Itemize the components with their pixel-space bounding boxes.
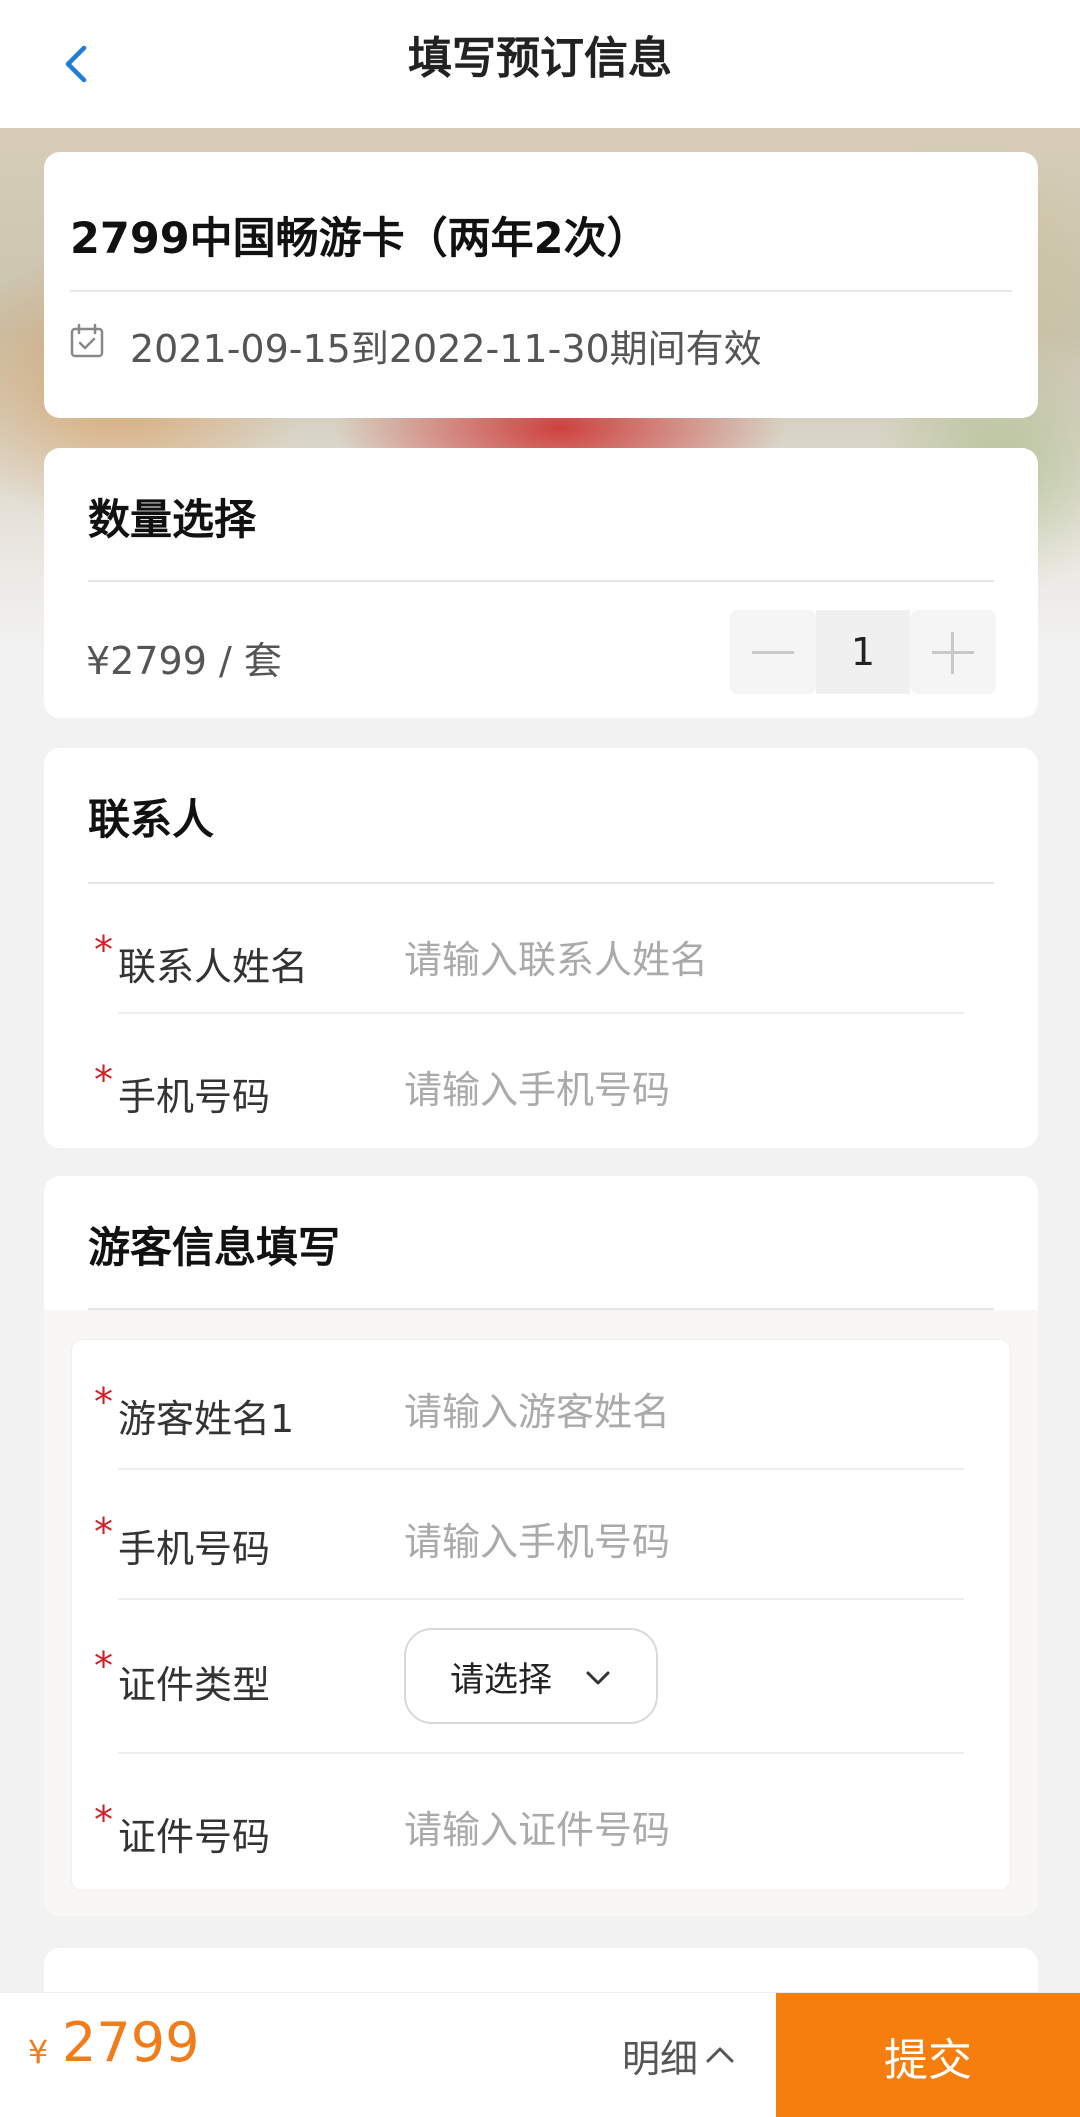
id-number-input[interactable]: [404, 1798, 964, 1862]
field-label: 证件号码: [118, 1815, 271, 1859]
form-row-tourist-phone: * 手机号码: [72, 1500, 1010, 1600]
required-mark: *: [94, 1380, 113, 1424]
bottom-action-bar: ¥ 2799 明细 提交: [0, 1992, 1080, 2117]
field-label: 证件类型: [118, 1663, 271, 1707]
increment-button[interactable]: [910, 610, 996, 694]
tourist-form: * 游客姓名1 * 手机号码 * 证件类型 请选择 * 证件号码: [72, 1340, 1010, 1890]
required-mark: *: [94, 1798, 113, 1842]
select-value: 请选择: [450, 1660, 552, 1700]
contact-phone-input[interactable]: [404, 1058, 964, 1122]
product-name: 2799中国畅游卡（两年2次）: [70, 214, 650, 264]
unit-price: ¥2799 / 套: [86, 639, 282, 683]
chevron-up-icon: [706, 2047, 734, 2063]
divider: [118, 1598, 964, 1600]
quantity-card: 数量选择 ¥2799 / 套 1: [44, 448, 1038, 718]
section-title-quantity: 数量选择: [88, 495, 257, 544]
section-title-contact: 联系人: [88, 795, 215, 844]
tourist-phone-input[interactable]: [404, 1510, 964, 1574]
top-header: 填写预订信息: [0, 0, 1080, 128]
required-mark: *: [94, 1058, 113, 1102]
minus-icon: [752, 651, 794, 654]
divider: [88, 882, 994, 884]
divider: [88, 1308, 994, 1310]
divider: [118, 1468, 964, 1470]
form-row-contact-name: * 联系人姓名: [44, 918, 1038, 1018]
id-type-select[interactable]: 请选择: [404, 1628, 658, 1724]
divider: [88, 580, 994, 582]
chevron-down-icon: [586, 1671, 610, 1685]
validity-period: 2021-09-15到2022-11-30期间有效: [130, 327, 762, 371]
form-row-id-number: * 证件号码: [72, 1788, 1010, 1888]
divider: [118, 1752, 964, 1754]
form-row-tourist-name: * 游客姓名1: [72, 1370, 1010, 1470]
divider: [70, 290, 1012, 292]
tourist-name-input[interactable]: [404, 1380, 964, 1444]
calendar-check-icon: [70, 323, 104, 358]
total-price: 2799: [62, 2011, 200, 2074]
detail-label: 明细: [622, 2036, 699, 2081]
form-row-contact-phone: * 手机号码: [44, 1048, 1038, 1148]
required-mark: *: [94, 1644, 113, 1688]
required-mark: *: [94, 1510, 113, 1554]
contact-card: 联系人 * 联系人姓名 * 手机号码: [44, 748, 1038, 1148]
price-detail-button[interactable]: 明细: [622, 2015, 738, 2095]
submit-button[interactable]: 提交: [776, 1993, 1080, 2117]
field-label: 联系人姓名: [118, 945, 309, 989]
field-label: 手机号码: [118, 1527, 271, 1571]
section-title-tourist: 游客信息填写: [88, 1223, 341, 1272]
currency-symbol: ¥: [28, 2033, 49, 2071]
divider: [118, 1012, 964, 1014]
decrement-button[interactable]: [730, 610, 816, 694]
tourist-info-card: 游客信息填写 * 游客姓名1 * 手机号码 * 证件类型 请选择: [44, 1176, 1038, 1916]
field-label: 手机号码: [118, 1075, 271, 1119]
quantity-stepper[interactable]: 1: [730, 610, 996, 694]
contact-name-input[interactable]: [404, 928, 964, 992]
product-card: 2799中国畅游卡（两年2次） 2021-09-15到2022-11-30期间有…: [44, 152, 1038, 418]
quantity-value[interactable]: 1: [816, 610, 910, 694]
field-label: 游客姓名1: [118, 1397, 295, 1441]
required-mark: *: [94, 928, 113, 972]
form-row-id-type: * 证件类型 请选择: [72, 1628, 1010, 1728]
page-title: 填写预订信息: [408, 33, 672, 84]
